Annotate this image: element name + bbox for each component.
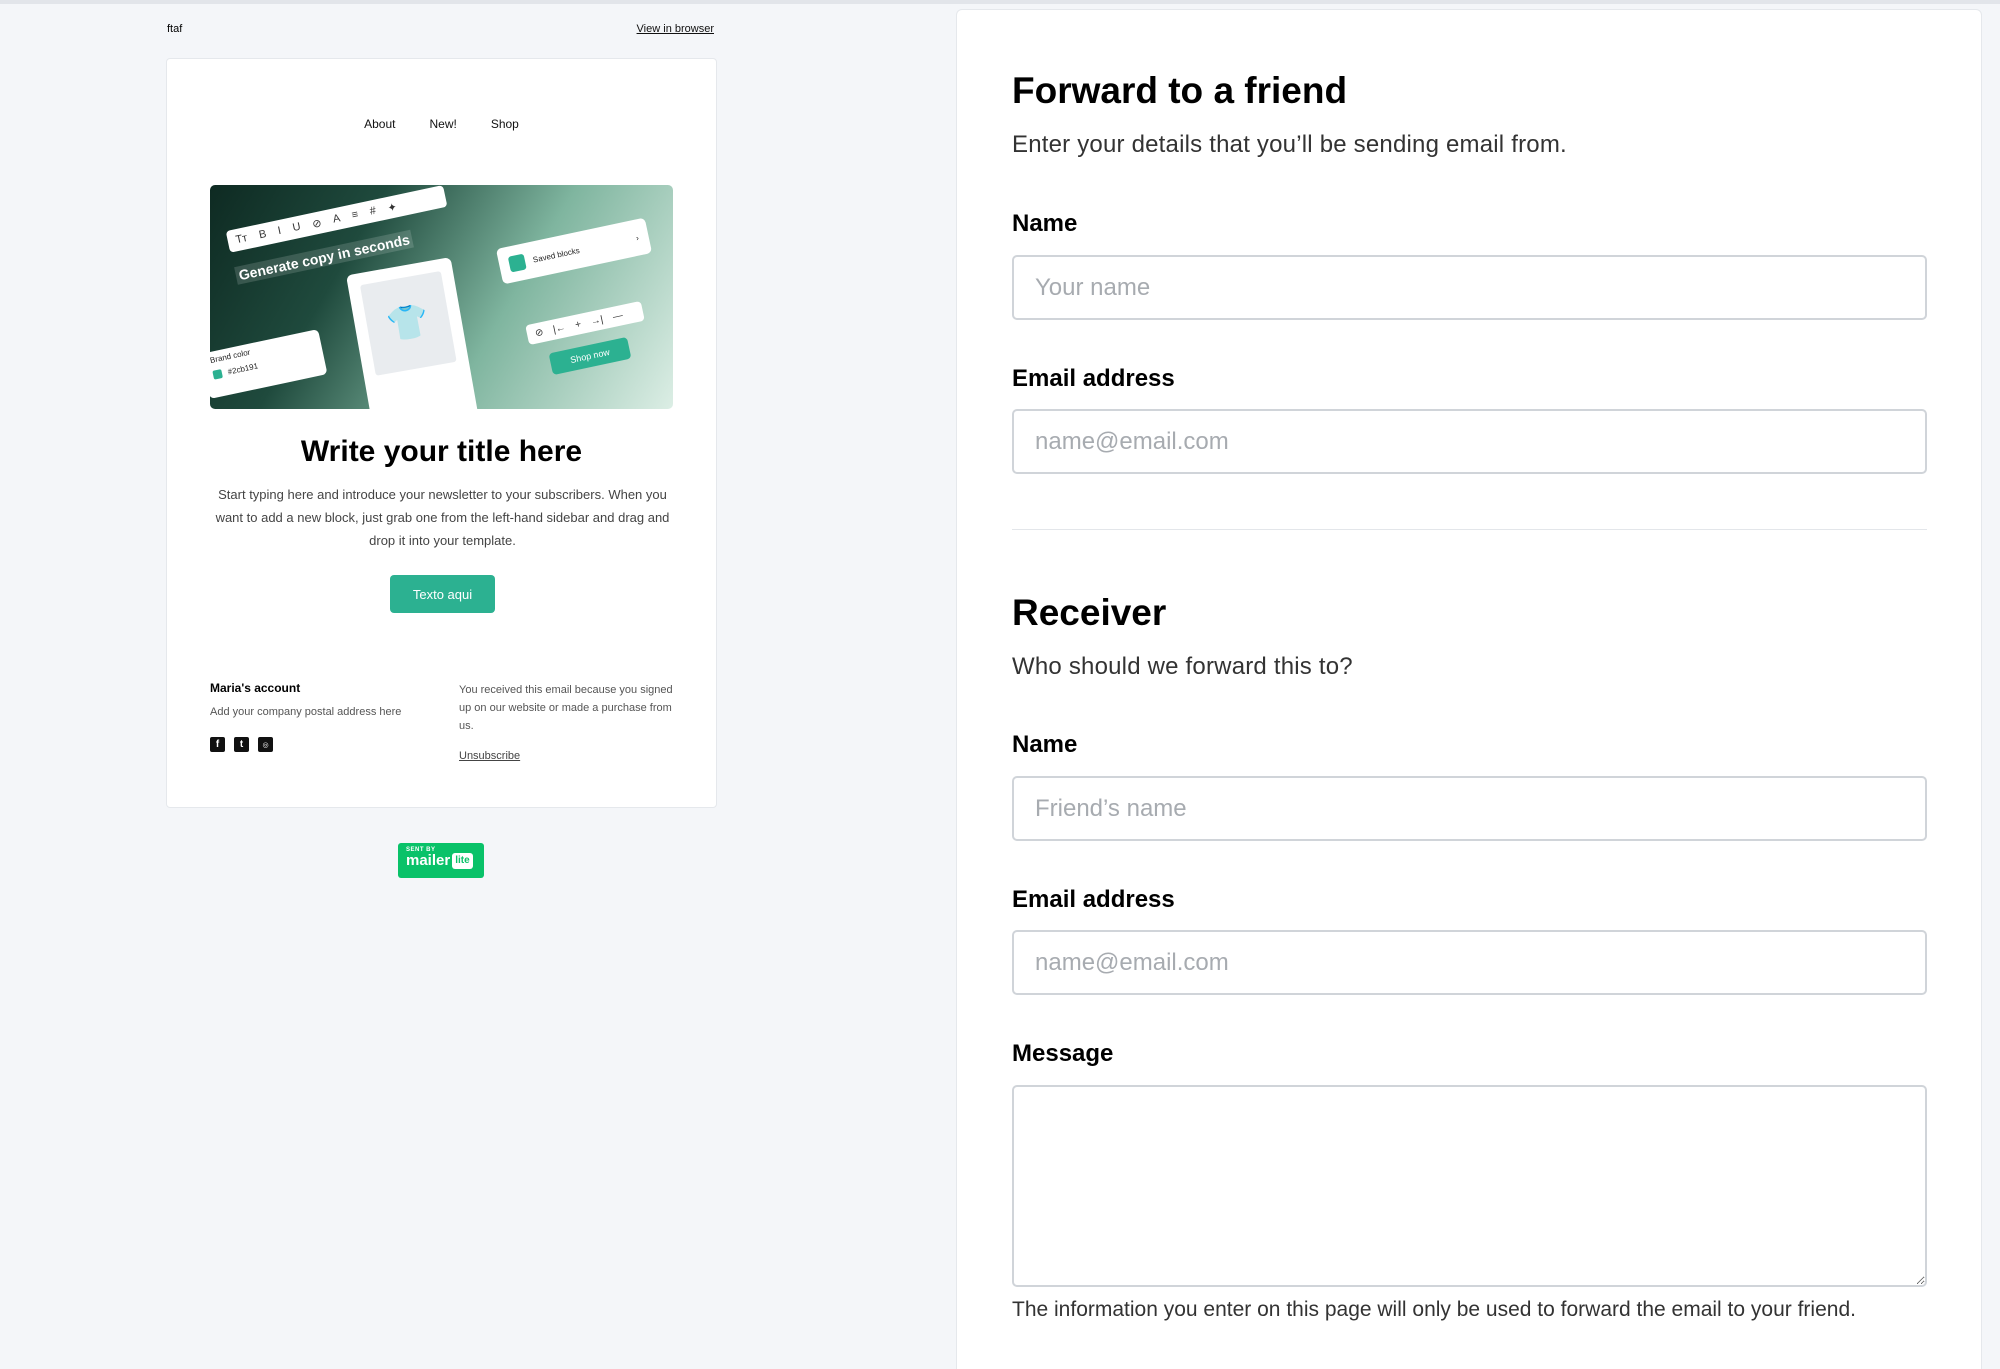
facebook-icon[interactable]: f (210, 737, 225, 752)
color-swatch (212, 369, 224, 381)
receiver-name-input[interactable] (1012, 776, 1927, 841)
privacy-note: The information you enter on this page w… (1012, 1298, 1856, 1321)
section-divider (1012, 529, 1927, 530)
sparkle-icon: ✦ (386, 200, 399, 215)
preheader-label: ftaf (167, 23, 183, 35)
bold-icon: B (257, 227, 268, 242)
message-textarea[interactable] (1012, 1085, 1927, 1287)
badge-name: mailer (406, 852, 451, 869)
full-width-icon: — (611, 309, 624, 323)
hero-saved-blocks-card: Saved blocks › (495, 217, 653, 285)
email-footer-reason: You received this email because you sign… (459, 681, 679, 765)
view-in-browser-link[interactable]: View in browser (637, 23, 714, 35)
receiver-section-subtitle: Who should we forward this to? (1012, 653, 1353, 680)
align-right-icon: →| (589, 313, 605, 328)
email-cta-button[interactable]: Texto aqui (390, 575, 495, 613)
hash-icon: # (368, 204, 378, 218)
link-icon: ⊘ (533, 326, 545, 339)
brand-color-value: #2cb191 (226, 361, 259, 377)
account-name: Maria's account (210, 681, 301, 695)
link-icon: ⊘ (311, 216, 323, 231)
nav-new-link[interactable]: New! (429, 117, 456, 131)
receiver-section-title: Receiver (1012, 592, 1167, 633)
email-preview: ftaf View in browser About New! Shop Tт … (166, 0, 717, 878)
receiver-email-input[interactable] (1012, 930, 1927, 995)
align-left-icon: |← (551, 321, 567, 336)
instagram-icon[interactable]: ◎ (258, 737, 273, 752)
text-color-icon: A (331, 212, 342, 226)
hero-shop-now-button: Shop now (548, 336, 632, 376)
unsubscribe-link[interactable]: Unsubscribe (459, 747, 520, 765)
footer-reason-text: You received this email because you sign… (459, 684, 673, 732)
chevron-right-icon: › (635, 232, 640, 243)
email-body-text: Start typing here and introduce your new… (215, 487, 670, 548)
sender-name-input[interactable] (1012, 255, 1927, 320)
receiver-name-label: Name (1012, 731, 1078, 758)
message-label: Message (1012, 1040, 1114, 1067)
email-footer-account: Maria's account Add your company postal … (210, 681, 420, 752)
italic-icon: I (276, 224, 283, 238)
hero-image: Tт B I U ⊘ A ≡ # ✦ Generate copy in seco… (210, 185, 673, 409)
hero-brand-color-card: Brand color #2cb191 (210, 329, 328, 399)
underline-icon: U (291, 220, 302, 235)
sender-name-label: Name (1012, 210, 1078, 237)
nav-shop-link[interactable]: Shop (491, 117, 519, 131)
social-links: f t ◎ (210, 737, 420, 752)
hero-text-toolbar: Tт B I U ⊘ A ≡ # ✦ (225, 185, 448, 253)
hero-product-card: 👕 (346, 257, 480, 409)
mailerlite-badge[interactable]: SENT BY mailer lite (398, 843, 484, 878)
forward-form-panel: Forward to a friend Enter your details t… (956, 9, 1982, 1369)
email-card: About New! Shop Tт B I U ⊘ A ≡ # ✦ Gener… (166, 58, 717, 808)
text-size-icon: Tт (234, 232, 249, 247)
sender-section-subtitle: Enter your details that you’ll be sendin… (1012, 131, 1567, 158)
email-preheader: ftaf View in browser (166, 0, 717, 58)
align-center-icon: + (574, 318, 583, 331)
sender-email-input[interactable] (1012, 409, 1927, 474)
sender-email-label: Email address (1012, 365, 1175, 392)
nav-about-link[interactable]: About (364, 117, 395, 131)
postal-address: Add your company postal address here (210, 706, 402, 718)
bookmark-icon (507, 253, 527, 273)
saved-blocks-label: Saved blocks (531, 245, 581, 265)
tshirt-icon: 👕 (359, 270, 457, 376)
receiver-email-label: Email address (1012, 886, 1175, 913)
badge-lite: lite (452, 853, 473, 869)
align-icon: ≡ (350, 208, 360, 222)
twitter-icon[interactable]: t (234, 737, 249, 752)
sender-section-title: Forward to a friend (1012, 70, 1348, 111)
email-nav: About New! Shop (167, 117, 716, 131)
email-title: Write your title here (300, 435, 583, 468)
